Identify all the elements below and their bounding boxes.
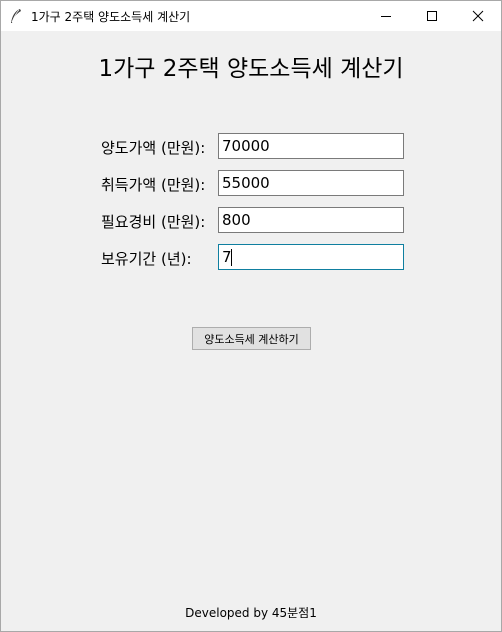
acquisition-price-input[interactable] [218, 170, 404, 196]
tk-feather-icon [11, 9, 21, 23]
window-title: 1가구 2주택 양도소득세 계산기 [31, 10, 191, 24]
expenses-label: 필요경비 (만원): [101, 213, 206, 231]
text-caret [231, 249, 232, 266]
title-bar[interactable]: 1가구 2주택 양도소득세 계산기 [1, 1, 501, 31]
sale-price-input[interactable] [218, 133, 404, 159]
close-icon [472, 10, 484, 22]
app-window: 1가구 2주택 양도소득세 계산기 1가구 2주택 양도소득세 계산기 양도가액… [0, 0, 502, 632]
minimize-icon [381, 16, 391, 17]
minimize-button[interactable] [363, 1, 409, 31]
developer-credit: Developed by 45분점1 [185, 606, 317, 620]
holding-period-label: 보유기간 (년): [101, 250, 192, 268]
page-title: 1가구 2주택 양도소득세 계산기 [98, 56, 404, 82]
acquisition-price-label: 취득가액 (만원): [101, 176, 206, 194]
maximize-icon [427, 11, 437, 21]
holding-period-input[interactable] [218, 244, 404, 270]
expenses-input[interactable] [218, 207, 404, 233]
calculate-tax-button[interactable]: 양도소득세 계산하기 [192, 327, 311, 350]
close-button[interactable] [455, 1, 501, 31]
sale-price-label: 양도가액 (만원): [101, 139, 206, 157]
maximize-button[interactable] [409, 1, 455, 31]
